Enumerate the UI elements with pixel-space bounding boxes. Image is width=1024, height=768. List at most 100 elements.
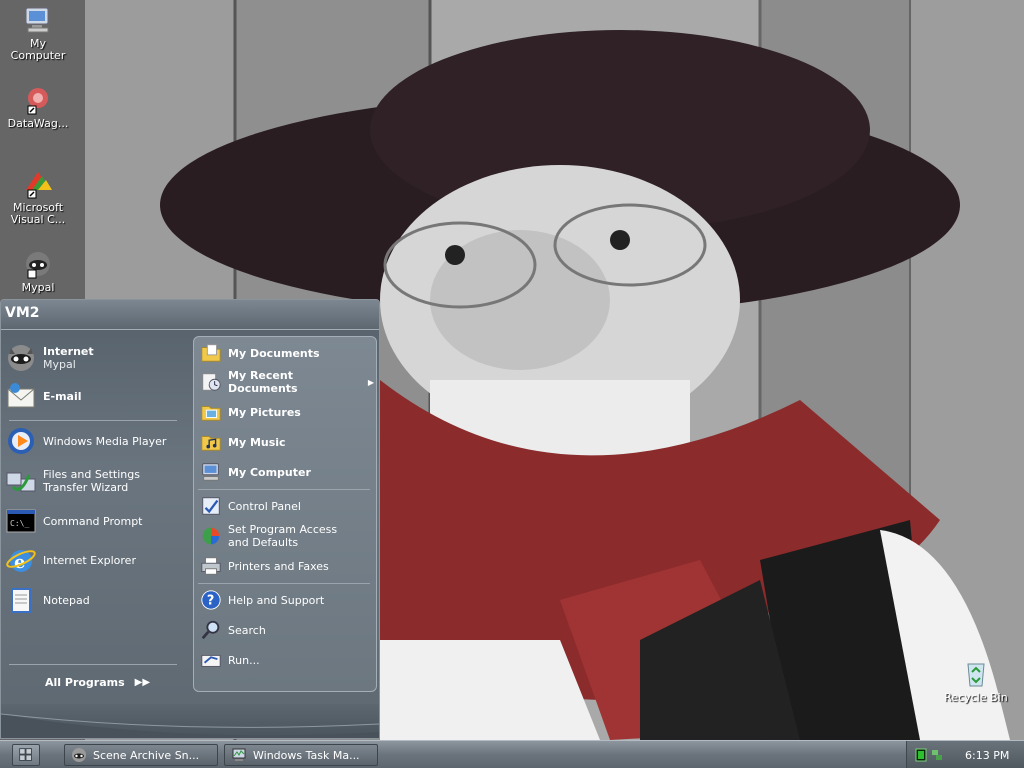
start-item-my-computer[interactable]: My Computer [198,460,380,484]
submenu-arrow-icon: ▶ [367,377,374,387]
start-item-title: Search [228,623,266,637]
email-icon [7,383,35,408]
taskbar-button-scene-archive[interactable]: Scene Archive Sn... [64,744,218,766]
my-computer-icon [202,463,219,481]
start-menu-separator [9,420,177,421]
task-manager-icon [232,748,246,761]
start-item-help-support[interactable]: ? Help and Support [198,588,380,612]
desktop-icon-my-computer[interactable]: My Computer [0,4,76,62]
start-item-title: Control Panel [228,499,301,513]
desktop-icon-label: Recycle Bin [944,691,1008,704]
desktop-icon-datawag[interactable]: DataWag... [0,84,76,130]
my-music-icon [201,436,221,451]
start-item-search[interactable]: Search [198,618,380,642]
notepad-icon [11,588,31,613]
user-name: VM2 [5,305,40,321]
start-item-notepad[interactable]: Notepad [5,582,189,618]
start-item-title: My Music [228,435,286,449]
start-item-internet[interactable]: Internet Mypal [5,340,189,376]
recycle-bin-icon [967,663,985,687]
transfer-wizard-icon [6,472,36,492]
start-menu-separator [198,583,370,584]
control-panel-icon [202,497,220,515]
my-computer-icon [25,7,49,33]
mypal-shortcut-icon [26,252,50,279]
start-menu-separator [9,664,177,665]
search-icon [201,620,220,640]
desktop-icon-label: Mypal [21,281,55,294]
mypal-icon [72,748,86,762]
start-item-my-pictures[interactable]: My Pictures [198,400,380,424]
start-item-title: Printers and Faxes [228,559,329,573]
my-pictures-icon [201,406,221,421]
start-item-title: Set Program Access and Defaults [228,523,338,549]
clock[interactable]: 6:13 PM [965,749,1009,762]
start-item-transfer-wizard[interactable]: Files and Settings Transfer Wizard [5,462,189,500]
taskbar: Scene Archive Sn... Windows Task Ma... 6… [0,740,1024,768]
start-item-title: Command Prompt [43,514,143,528]
start-item-title: Help and Support [228,593,325,607]
recent-documents-icon [202,373,221,391]
taskbar-button-label: Windows Task Ma... [253,748,360,762]
my-documents-icon [201,344,221,362]
network-icon[interactable] [931,748,943,762]
start-menu-left-pane: Internet Mypal E-mail Windows Media Play… [5,334,189,696]
start-button[interactable] [12,744,40,766]
cpu-meter-icon[interactable] [915,748,927,762]
double-arrow-right-icon: ▶▶ [134,676,151,688]
start-item-my-documents[interactable]: My Documents [198,341,380,365]
start-item-title: My Recent Documents [228,369,298,395]
start-item-title: My Documents [228,346,320,360]
svg-text:?: ? [207,594,214,609]
all-programs-button[interactable]: All Programs ▶▶ [45,672,165,692]
taskbar-button-task-manager[interactable]: Windows Task Ma... [224,744,378,766]
visual-c-shortcut-icon [26,172,52,199]
footer-swoosh [1,713,379,738]
start-item-title: E-mail [43,389,82,403]
program-access-icon [202,527,220,545]
desktop-icon-label: Microsoft Visual C... [10,201,66,226]
internet-explorer-icon: e [6,550,36,573]
start-item-title: My Computer [228,465,311,479]
run-icon [201,654,221,667]
start-item-command-prompt[interactable]: C:\_ Command Prompt [5,504,189,538]
start-item-title: Files and Settings Transfer Wizard [43,468,140,494]
taskbar-button-label: Scene Archive Sn... [93,748,200,762]
start-menu-separator [198,489,370,490]
desktop-icon-mypal[interactable]: Mypal [0,248,76,294]
help-icon: ? [201,590,221,610]
svg-text:C:\_: C:\_ [10,519,29,528]
start-menu-user-header: VM2 [1,300,379,330]
desktop-icon-recycle-bin[interactable]: Recycle Bin [936,658,1016,704]
start-item-my-music[interactable]: My Music [198,430,380,454]
all-programs-label: All Programs [45,675,125,689]
desktop-icon-visual-c[interactable]: Microsoft Visual C... [0,168,76,226]
start-item-subtitle: Mypal [43,358,76,371]
desktop-icon-label: DataWag... [7,117,69,130]
start-item-title: My Pictures [228,405,301,419]
start-menu-right-pane: My Documents My Recent Documents ▶ My Pi… [193,336,377,692]
start-item-run[interactable]: Run... [198,648,380,672]
start-grid-icon [19,748,32,761]
start-menu-footer [1,704,379,738]
command-prompt-icon: C:\_ [6,509,36,533]
start-item-printers-faxes[interactable]: Printers and Faxes [198,554,380,578]
start-menu: VM2 Internet Mypal E-mail Windows Media … [0,299,380,739]
datawag-shortcut-icon [27,88,48,115]
start-item-media-player[interactable]: Windows Media Player [5,423,189,459]
start-item-title: Notepad [43,593,90,607]
start-item-title: Run... [228,653,260,667]
start-item-title: Internet [43,345,94,358]
printer-icon [201,557,221,575]
media-player-icon [8,428,34,454]
start-item-control-panel[interactable]: Control Panel [198,494,380,518]
start-item-internet-explorer[interactable]: e Internet Explorer [5,542,189,578]
start-item-program-access[interactable]: Set Program Access and Defaults [198,521,380,551]
start-item-title: Internet Explorer [43,553,136,567]
system-tray: 6:13 PM [906,741,1024,768]
start-item-email[interactable]: E-mail [5,378,189,414]
desktop-icon-label: My Computer [10,37,66,62]
start-item-title: Windows Media Player [43,434,167,448]
mypal-icon [8,345,34,371]
start-item-recent-documents[interactable]: My Recent Documents ▶ [198,367,380,397]
